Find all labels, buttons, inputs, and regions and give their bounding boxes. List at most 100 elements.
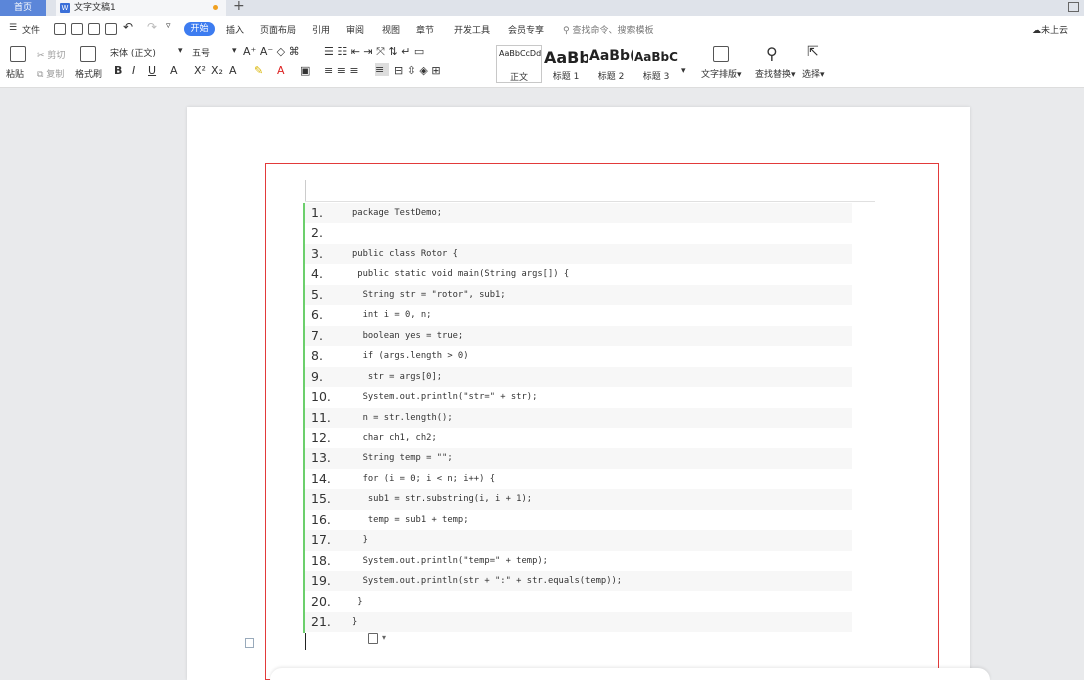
tab-page-layout[interactable]: 页面布局: [260, 23, 296, 36]
paste-button[interactable]: 粘贴: [6, 67, 24, 80]
copy-button[interactable]: ⧉ 复制: [37, 67, 64, 80]
code-text: }: [352, 617, 358, 627]
find-replace-button[interactable]: 查找替换▾: [755, 67, 796, 80]
tab-references[interactable]: 引用: [312, 23, 330, 36]
title-bar: 首页 W 文字文稿1 +: [0, 0, 1084, 16]
menu-bar: ☰ 文件 ↶ ↷ ▿ 开始 插入 页面布局 引用 审阅 视图 章节 开发工具 会…: [0, 16, 1084, 42]
justify-icon[interactable]: ≡: [375, 63, 389, 76]
menu-file[interactable]: 文件: [22, 23, 40, 36]
code-line[interactable]: 10. System.out.println("str=" + str);: [305, 387, 852, 407]
save-icon[interactable]: [54, 23, 66, 35]
code-line[interactable]: 8. if (args.length > 0): [305, 346, 852, 366]
more-chevron-icon[interactable]: ▿: [166, 21, 171, 31]
highlight-icon[interactable]: ✎: [254, 64, 263, 77]
line-number: 1.: [311, 205, 323, 220]
code-line[interactable]: 5. String str = "rotor", sub1;: [305, 284, 852, 306]
code-line[interactable]: 13. String temp = "";: [305, 448, 852, 469]
tab-document[interactable]: W 文字文稿1: [56, 0, 226, 16]
font-name-select[interactable]: 宋体 (正文) ▾: [110, 46, 183, 59]
code-line[interactable]: 14. for (i = 0; i < n; i++) {: [305, 469, 852, 489]
tab-start[interactable]: 开始: [184, 22, 215, 36]
cloud-icon: ☁: [1032, 26, 1041, 36]
code-line[interactable]: 18. System.out.println("temp=" + temp);: [305, 551, 852, 571]
tab-review[interactable]: 审阅: [346, 23, 364, 36]
code-line[interactable]: 1. package TestDemo;: [305, 203, 852, 224]
text-layout-button[interactable]: 文字排版▾: [701, 67, 742, 80]
code-line[interactable]: 2.: [305, 223, 852, 243]
format-painter-icon[interactable]: [80, 46, 96, 62]
command-search[interactable]: ⚲ 查找命令、搜索模板: [563, 23, 653, 36]
find-icon[interactable]: ⚲: [766, 44, 778, 63]
strikethrough-icon[interactable]: A: [170, 64, 178, 77]
next-page-edge: [270, 668, 990, 680]
font-size-select[interactable]: 五号 ▾: [192, 46, 238, 59]
code-line[interactable]: 16. temp = sub1 + temp;: [305, 510, 852, 530]
code-line[interactable]: 9. str = args[0];: [305, 366, 852, 387]
line-number: 16.: [311, 511, 331, 527]
bold-icon[interactable]: B: [114, 64, 122, 77]
code-line[interactable]: 21.}: [305, 612, 852, 633]
style-heading-1[interactable]: AaBb 标题 1: [544, 45, 588, 83]
code-text: public class Rotor {: [352, 248, 458, 259]
code-line[interactable]: 20. }: [305, 592, 852, 612]
code-text: String str = "rotor", sub1;: [352, 289, 506, 300]
code-line[interactable]: 11. n = str.length();: [305, 407, 852, 428]
select-cursor-icon[interactable]: ⇱: [807, 44, 819, 60]
text-layout-icon[interactable]: [713, 46, 729, 62]
window-layout-icon[interactable]: [1068, 2, 1079, 12]
format-painter-button[interactable]: 格式刷: [75, 67, 102, 80]
code-line[interactable]: 7. boolean yes = true;: [305, 325, 852, 347]
select-button[interactable]: 选择▾: [802, 67, 825, 80]
char-border-icon[interactable]: ▣: [300, 64, 310, 77]
print-preview-icon[interactable]: [105, 23, 117, 35]
styles-more-icon[interactable]: ▾: [681, 66, 686, 76]
cloud-status[interactable]: ☁未上云: [1032, 23, 1068, 36]
code-line[interactable]: 19. System.out.println(str + ":" + str.e…: [305, 571, 852, 592]
line-number: 18.: [311, 552, 331, 568]
line-number: 3.: [311, 245, 323, 261]
code-line[interactable]: 3. public class Rotor {: [305, 243, 852, 265]
code-text: }: [352, 596, 363, 607]
align-left-icon[interactable]: ≡ ≡ ≡: [324, 64, 359, 77]
line-number: 8.: [311, 348, 323, 364]
undo-icon[interactable]: ↶: [123, 20, 133, 34]
font-color-icon[interactable]: A: [277, 64, 285, 77]
export-icon[interactable]: [71, 23, 83, 35]
hamburger-icon[interactable]: ☰: [9, 23, 17, 33]
style-heading-2[interactable]: AaBb( 标题 2: [589, 45, 633, 83]
new-tab-button[interactable]: +: [233, 0, 245, 14]
tab-developer[interactable]: 开发工具: [454, 23, 490, 36]
underline-icon[interactable]: U: [148, 64, 156, 77]
paste-icon[interactable]: [10, 46, 26, 62]
code-line[interactable]: 12. char ch1, ch2;: [305, 428, 852, 448]
margin-guide: [305, 201, 875, 202]
line-number: 21.: [311, 614, 331, 629]
code-line[interactable]: 4. public static void main(String args[]…: [305, 264, 852, 284]
code-line[interactable]: 15. sub1 = str.substring(i, i + 1);: [305, 489, 852, 510]
redo-icon[interactable]: ↷: [147, 20, 157, 34]
code-text: package TestDemo;: [352, 208, 443, 218]
text-effect-icon[interactable]: A: [229, 64, 237, 77]
subscript-icon[interactable]: X₂: [211, 64, 223, 77]
tab-home[interactable]: 首页: [0, 0, 46, 16]
paragraph-menu-icon[interactable]: [245, 638, 254, 648]
code-text: for (i = 0; i < n; i++) {: [352, 473, 495, 484]
paste-options-chevron-icon[interactable]: ▾: [382, 633, 386, 642]
paste-options-icon[interactable]: [368, 633, 378, 644]
code-line[interactable]: 17. }: [305, 530, 852, 551]
tab-insert[interactable]: 插入: [226, 23, 244, 36]
distribute-icon[interactable]: ⊟ ⇳ ◈ ⊞: [394, 64, 441, 77]
tab-section[interactable]: 章节: [416, 23, 434, 36]
tab-view[interactable]: 视图: [382, 23, 400, 36]
grow-font-icon[interactable]: A⁺ A⁻ ◇ ⌘: [243, 45, 300, 58]
superscript-icon[interactable]: X²: [194, 64, 206, 77]
italic-icon[interactable]: I: [132, 64, 135, 77]
style-heading-3[interactable]: AaBbC( 标题 3: [634, 45, 678, 83]
style-normal[interactable]: AaBbCcDd 正文: [496, 45, 542, 83]
bullets-icon[interactable]: ☰ ☷ ⇤ ⇥ ⤧ ⇅ ↵ ▭: [324, 45, 424, 59]
code-text: temp = sub1 + temp;: [352, 514, 469, 525]
tab-member[interactable]: 会员专享: [508, 23, 544, 36]
print-icon[interactable]: [88, 23, 100, 35]
cut-button[interactable]: ✂ 剪切: [37, 48, 65, 61]
code-line[interactable]: 6. int i = 0, n;: [305, 305, 852, 325]
